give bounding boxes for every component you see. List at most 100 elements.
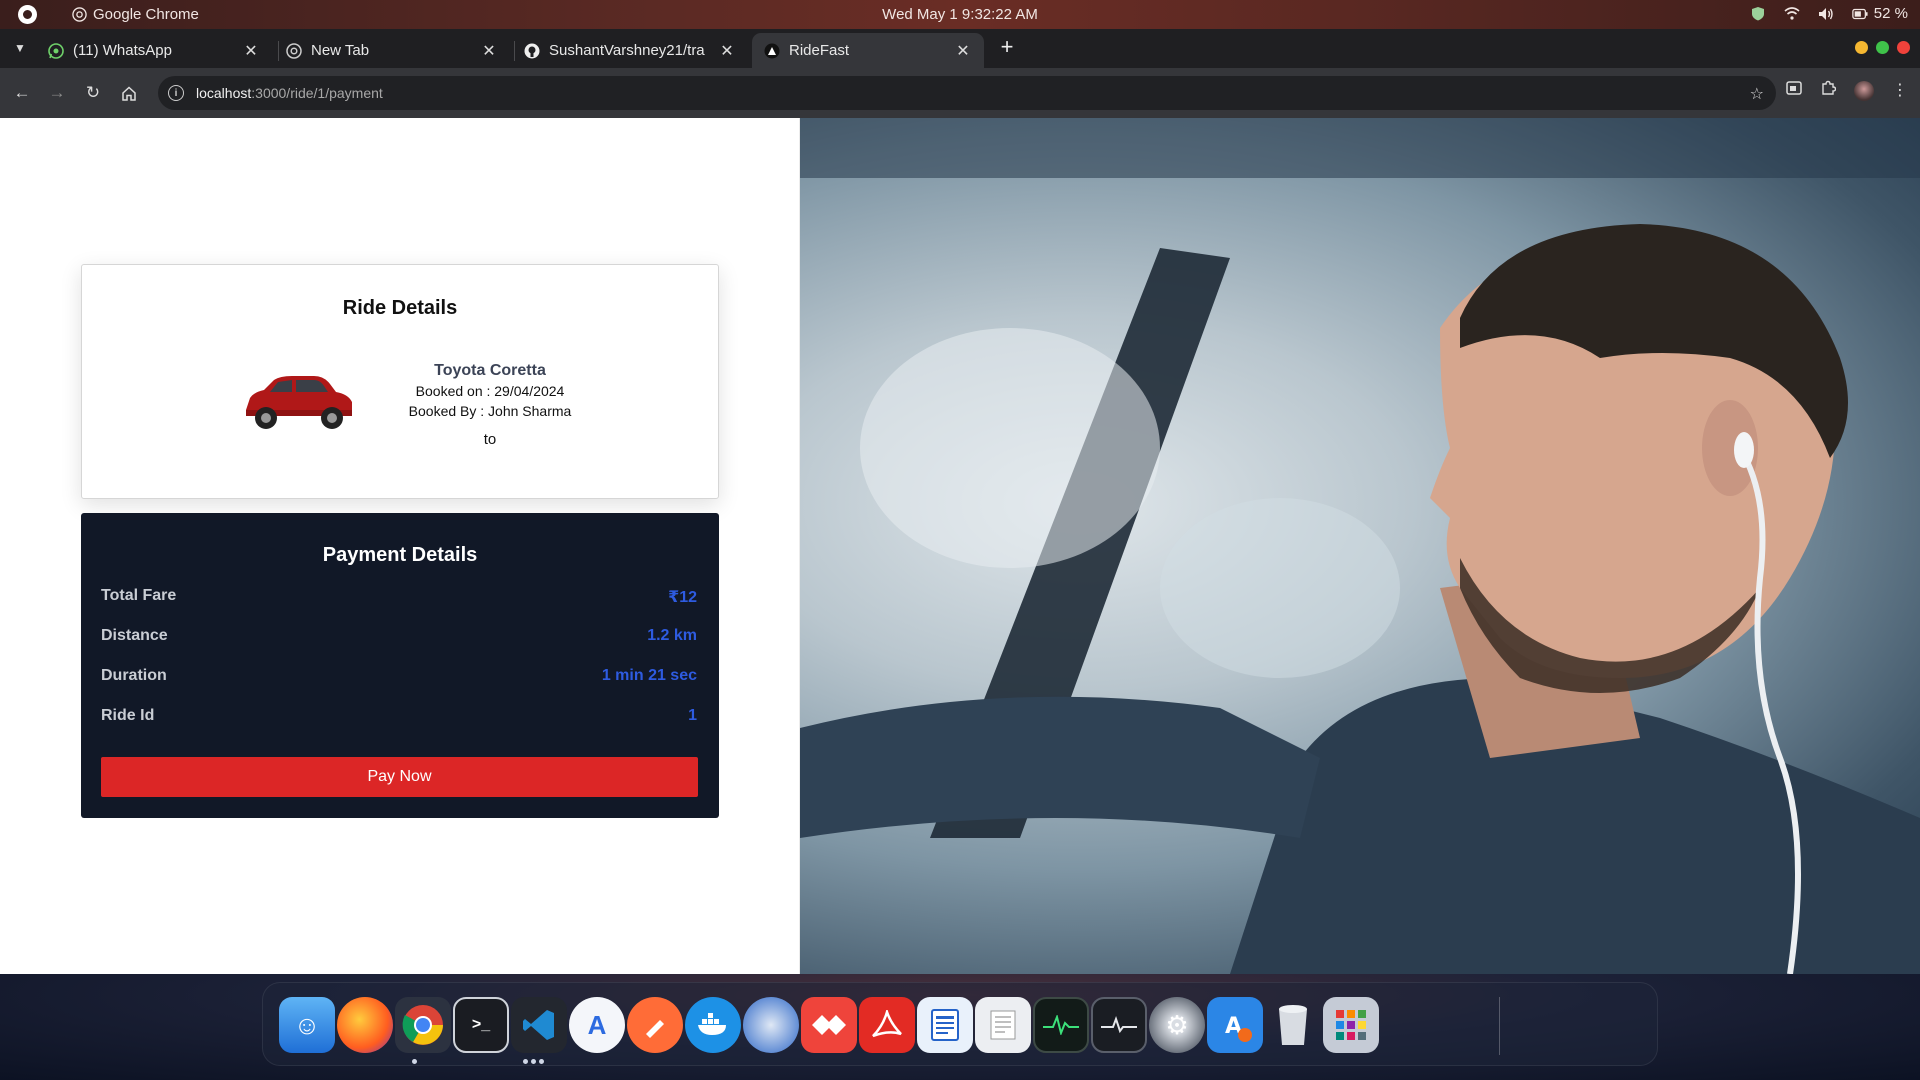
terminal-icon[interactable]: >_ [453, 997, 509, 1053]
system-top-bar: Google Chrome Wed May 1 9:32:22 AM 52 % [0, 0, 1920, 29]
tab-github[interactable]: SushantVarshney21/tra ✕ [512, 33, 748, 68]
minimize-button[interactable] [1855, 41, 1868, 54]
new-tab-button[interactable]: + [996, 36, 1018, 58]
text-editor-icon[interactable] [975, 997, 1031, 1053]
forward-arrow-icon[interactable]: → [45, 81, 69, 105]
active-app-menu[interactable]: Google Chrome [72, 6, 199, 23]
docker-icon[interactable] [685, 997, 741, 1053]
app-store-icon[interactable]: A [569, 997, 625, 1053]
dock-separator [1499, 997, 1500, 1055]
shield-icon[interactable] [1750, 6, 1766, 22]
tab-strip: ▼ (11) WhatsApp ✕ New Tab ✕ SushantVarsh… [0, 29, 1920, 68]
back-arrow-icon[interactable]: ← [10, 81, 34, 105]
acrobat-icon[interactable] [859, 997, 915, 1053]
settings-icon[interactable]: ⚙ [1149, 997, 1205, 1053]
duration-row: Duration 1 min 21 sec [101, 667, 697, 685]
firefox-icon[interactable] [337, 997, 393, 1053]
window-controls [1855, 41, 1910, 54]
running-indicator [539, 1059, 544, 1064]
total-fare-row: Total Fare ₹12 [101, 587, 697, 607]
reload-icon[interactable]: ↻ [81, 81, 105, 105]
chrome-small-icon [72, 7, 87, 22]
chrome-icon[interactable] [395, 997, 451, 1053]
close-tab-icon[interactable]: ✕ [718, 41, 736, 61]
app-grid-icon[interactable] [1323, 997, 1379, 1053]
wifi-icon[interactable] [1784, 6, 1800, 22]
vscode-icon[interactable] [511, 997, 567, 1053]
finder-icon[interactable]: ☺ [279, 997, 335, 1053]
car-model: Toyota Coretta [434, 362, 546, 379]
trash-icon[interactable] [1265, 997, 1321, 1053]
bookmark-star-icon[interactable]: ☆ [1750, 84, 1764, 104]
tab-new-tab[interactable]: New Tab ✕ [274, 33, 510, 68]
booked-on: Booked on : 29/04/2024 [415, 383, 565, 399]
software-updater-icon[interactable]: A [1207, 997, 1263, 1053]
distance-row: Distance 1.2 km [101, 627, 697, 645]
activity-icon[interactable] [1091, 997, 1147, 1053]
dock: ☺ >_ A ⚙ A [262, 982, 1658, 1066]
github-icon [524, 43, 540, 59]
profile-avatar[interactable] [1854, 80, 1874, 101]
ridefast-icon [764, 43, 780, 59]
booked-by: Booked By : John Sharma [408, 403, 572, 419]
active-app-name: Google Chrome [93, 6, 199, 23]
whatsapp-icon [48, 42, 64, 59]
anydesk-icon[interactable] [801, 997, 857, 1053]
system-monitor-icon[interactable] [1033, 997, 1089, 1053]
booking-panel: Ride Details Toyota Coretta Booked on : … [0, 118, 800, 974]
toolbar-actions: ⋮ [1786, 80, 1908, 101]
reading-mode-icon[interactable] [1786, 81, 1802, 100]
desktop-dock-area: ☺ >_ A ⚙ A [0, 974, 1920, 1080]
ride-details-heading: Ride Details [342, 297, 458, 319]
running-indicator [531, 1059, 536, 1064]
row-label: Ride Id [101, 707, 155, 724]
tab-whatsapp[interactable]: (11) WhatsApp ✕ [36, 33, 272, 68]
ride-details-card: Ride Details Toyota Coretta Booked on : … [81, 264, 719, 499]
tab-title: New Tab [311, 42, 370, 59]
clock[interactable]: Wed May 1 9:32:22 AM [882, 6, 1038, 23]
close-tab-icon[interactable]: ✕ [242, 41, 260, 61]
driver-photo [800, 118, 1920, 974]
chrome-icon [286, 42, 302, 59]
pay-now-button[interactable]: Pay Now [101, 757, 698, 797]
volume-icon[interactable] [1818, 6, 1834, 22]
row-value: ₹12 [668, 589, 697, 606]
row-label: Duration [101, 667, 167, 684]
close-window-button[interactable] [1897, 41, 1910, 54]
running-indicator [523, 1059, 528, 1064]
driver-illustration [800, 118, 1920, 974]
battery-percent: 52 % [1873, 5, 1908, 22]
home-icon[interactable] [117, 81, 141, 105]
row-label: Total Fare [101, 587, 177, 604]
close-tab-icon[interactable]: ✕ [480, 41, 498, 61]
row-value: 1 [688, 707, 697, 724]
payment-details-card: Payment Details Total Fare ₹12 Distance … [81, 513, 719, 818]
row-value: 1.2 km [647, 627, 697, 644]
payment-details-heading: Payment Details [322, 544, 478, 566]
tab-search-chevron-icon[interactable]: ▼ [10, 38, 30, 58]
ride-info: Toyota Coretta Booked on : 29/04/2024 Bo… [380, 361, 600, 448]
address-bar[interactable]: i localhost:3000/ride/1/payment ☆ [158, 76, 1776, 110]
url-path: :3000/ride/1/payment [251, 85, 383, 101]
url-host: localhost [196, 85, 252, 101]
running-indicator [412, 1059, 417, 1064]
thunderbird-icon[interactable] [743, 997, 799, 1053]
battery-icon[interactable] [1852, 6, 1868, 22]
tab-title: SushantVarshney21/tra [549, 42, 705, 59]
ubuntu-activities-icon[interactable] [18, 5, 37, 24]
postman-icon[interactable] [627, 997, 683, 1053]
maximize-button[interactable] [1876, 41, 1889, 54]
site-info-icon[interactable]: i [168, 85, 184, 101]
route-to: to [483, 431, 497, 448]
browser-toolbar: ← → ↻ i localhost:3000/ride/1/payment ☆ … [0, 68, 1920, 118]
ride-id-row: Ride Id 1 [101, 707, 697, 725]
close-tab-icon[interactable]: ✕ [954, 41, 972, 61]
tab-ridefast[interactable]: RideFast ✕ [752, 33, 984, 68]
system-tray[interactable]: 52 % [1750, 5, 1908, 22]
tab-title: (11) WhatsApp [73, 42, 172, 59]
web-page: Ride Details Toyota Coretta Booked on : … [0, 118, 1920, 974]
kebab-menu-icon[interactable]: ⋮ [1892, 82, 1908, 99]
extensions-puzzle-icon[interactable] [1820, 80, 1837, 101]
row-value: 1 min 21 sec [601, 667, 697, 684]
document-viewer-icon[interactable] [917, 997, 973, 1053]
